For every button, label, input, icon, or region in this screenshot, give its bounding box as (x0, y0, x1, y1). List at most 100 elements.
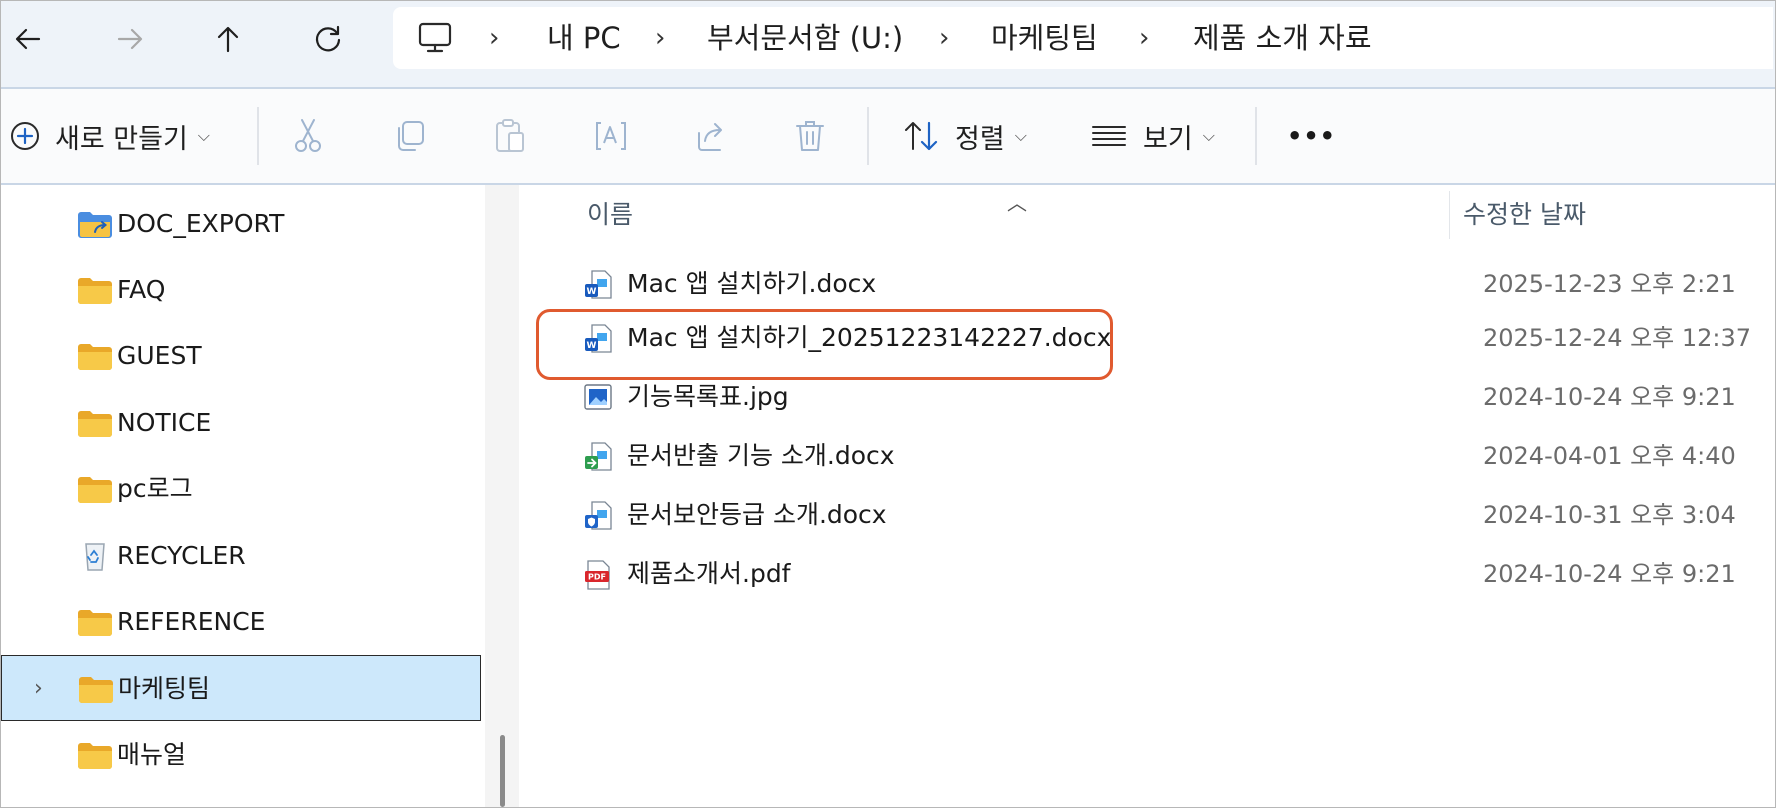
chevron-down-icon: ⌵ (1202, 126, 1215, 145)
delete-button[interactable] (793, 89, 827, 183)
share-button[interactable] (693, 89, 729, 183)
sort-ascending-icon: ︿ (1007, 191, 1027, 215)
file-modified-date: 2024-10-24 오후 9:21 (1483, 383, 1736, 411)
sidebar-item-notice[interactable]: NOTICE (1, 390, 481, 456)
sidebar-item-label: RECYCLER (117, 541, 246, 570)
toolbar-divider (1255, 107, 1257, 165)
address-bar: › 내 PC › 부서문서함 (U:) › 마케팅팀 › 제품 소개 자료 (1, 1, 1775, 89)
sidebar-item-label: DOC_EXPORT (117, 209, 285, 238)
file-modified-date: 2025-12-23 오후 2:21 (1483, 270, 1736, 298)
file-row[interactable]: 문서반출 기능 소개.docx 2024-04-01 오후 4:40 (561, 427, 1741, 485)
sidebar-item-reference[interactable]: REFERENCE (1, 589, 481, 655)
svg-text:W: W (587, 341, 597, 351)
up-button[interactable] (203, 15, 253, 63)
breadcrumb-item-my-pc[interactable]: 내 PC (547, 7, 621, 69)
sidebar-item-faq[interactable]: FAQ (1, 257, 481, 323)
folder-icon (78, 477, 112, 503)
folder-icon (78, 411, 112, 437)
file-name: Mac 앱 설치하기_20251223142227.docx (627, 323, 1112, 352)
breadcrumb-separator[interactable]: › (489, 7, 499, 69)
rename-button[interactable] (593, 89, 629, 183)
refresh-button[interactable] (303, 15, 353, 63)
back-button[interactable] (3, 15, 53, 63)
file-name: 제품소개서.pdf (627, 559, 791, 588)
sidebar-item-doc-export[interactable]: DOC_EXPORT (1, 191, 481, 257)
scissors-icon (295, 119, 321, 152)
svg-text:W: W (587, 287, 597, 297)
svg-text:PDF: PDF (588, 573, 606, 582)
file-explorer-window: › 내 PC › 부서문서함 (U:) › 마케팅팀 › 제품 소개 자료 새로… (0, 0, 1776, 808)
file-name: 기능목록표.jpg (627, 382, 789, 411)
breadcrumb-item-marketing[interactable]: 마케팅팀 (991, 7, 1098, 69)
sidebar-item-label: pc로그 (117, 474, 193, 503)
file-modified-date: 2024-10-24 오후 9:21 (1483, 560, 1736, 588)
sidebar-item-pc-log[interactable]: pc로그 (1, 456, 481, 522)
file-row[interactable]: 기능목록표.jpg 2024-10-24 오후 9:21 (561, 368, 1741, 426)
monitor-icon[interactable] (417, 21, 453, 59)
file-row[interactable]: W Mac 앱 설치하기.docx 2025-12-23 오후 2:21 (561, 255, 1741, 313)
image-file-icon (584, 384, 612, 410)
sort-label: 정렬 (955, 123, 1005, 155)
word-doc-secure-icon (585, 501, 612, 530)
back-arrow-icon (15, 28, 41, 50)
scrollbar-thumb[interactable] (500, 735, 505, 807)
sidebar-item-manual[interactable]: 매뉴얼 (1, 722, 481, 788)
file-row[interactable]: 문서보안등급 소개.docx 2024-10-31 오후 3:04 (561, 486, 1741, 544)
sidebar-item-recycler[interactable]: RECYCLER (1, 523, 481, 589)
breadcrumb-item-current[interactable]: 제품 소개 자료 (1193, 7, 1372, 69)
command-toolbar: 새로 만들기 ⌵ 정렬 ⌵ 보기 ⌵ ••• (1, 89, 1775, 185)
file-list: ︿ 이름 수정한 날짜 W Mac 앱 설치하기.docx 2025-12-23… (521, 185, 1775, 807)
file-modified-date: 2025-12-24 오후 12:37 (1483, 324, 1752, 352)
sort-button[interactable]: 정렬 ⌵ (903, 89, 1027, 183)
copy-button[interactable] (393, 89, 427, 183)
new-button[interactable]: 새로 만들기 ⌵ (9, 89, 210, 183)
column-header-name[interactable]: 이름 (587, 185, 633, 245)
sidebar-scrollbar[interactable] (485, 185, 519, 807)
word-doc-icon: W (585, 270, 612, 299)
folder-icon (78, 610, 112, 636)
paste-button[interactable] (493, 89, 527, 183)
forward-arrow-icon (117, 28, 143, 50)
column-header-modified[interactable]: 수정한 날짜 (1463, 185, 1586, 245)
sort-arrows-icon (905, 121, 938, 151)
share-icon (698, 123, 722, 151)
file-modified-date: 2024-10-31 오후 3:04 (1483, 501, 1736, 529)
breadcrumb-separator[interactable]: › (1139, 7, 1149, 69)
sidebar-item-label: 마케팅팀 (118, 674, 211, 703)
plus-circle-icon (11, 122, 39, 150)
cut-button[interactable] (291, 89, 325, 183)
folder-icon (79, 677, 113, 703)
navigation-pane: DOC_EXPORT FAQ GUEST NOTICE pc로그 RECYCLE… (1, 185, 485, 807)
view-button[interactable]: 보기 ⌵ (1091, 89, 1215, 183)
sidebar-item-label: GUEST (117, 341, 202, 370)
file-row[interactable]: PDF 제품소개서.pdf 2024-10-24 오후 9:21 (561, 545, 1741, 603)
shared-folder-icon (78, 212, 112, 238)
pdf-file-icon: PDF (585, 560, 610, 590)
clipboard-icon (496, 119, 524, 152)
sidebar-item-label: REFERENCE (117, 607, 266, 636)
breadcrumb-item-drive[interactable]: 부서문서함 (U:) (707, 7, 903, 69)
refresh-icon (315, 25, 341, 52)
breadcrumb-separator[interactable]: › (939, 7, 949, 69)
folder-icon (78, 743, 112, 769)
sidebar-item-label: 매뉴얼 (117, 740, 187, 769)
chevron-down-icon: ⌵ (1014, 126, 1027, 145)
more-options-icon: ••• (1287, 122, 1337, 150)
file-row[interactable]: W Mac 앱 설치하기_20251223142227.docx 2025-12… (561, 309, 1751, 367)
word-doc-icon: W (585, 324, 612, 353)
more-options-button[interactable]: ••• (1287, 89, 1336, 183)
breadcrumb[interactable]: › 내 PC › 부서문서함 (U:) › 마케팅팀 › 제품 소개 자료 (393, 7, 1773, 69)
sidebar-item-marketing[interactable]: › 마케팅팀 (1, 655, 481, 721)
sidebar-item-guest[interactable]: GUEST (1, 323, 481, 389)
column-divider[interactable] (1449, 191, 1450, 239)
view-list-icon (1092, 126, 1126, 146)
forward-button[interactable] (105, 15, 155, 63)
word-doc-export-icon (585, 442, 612, 471)
sidebar-item-label: NOTICE (117, 408, 212, 437)
folder-icon (78, 344, 112, 370)
chevron-right-icon[interactable]: › (34, 656, 43, 722)
new-label: 새로 만들기 (55, 123, 188, 155)
breadcrumb-separator[interactable]: › (655, 7, 665, 69)
file-name: 문서반출 기능 소개.docx (627, 441, 895, 470)
toolbar-divider (257, 107, 259, 165)
